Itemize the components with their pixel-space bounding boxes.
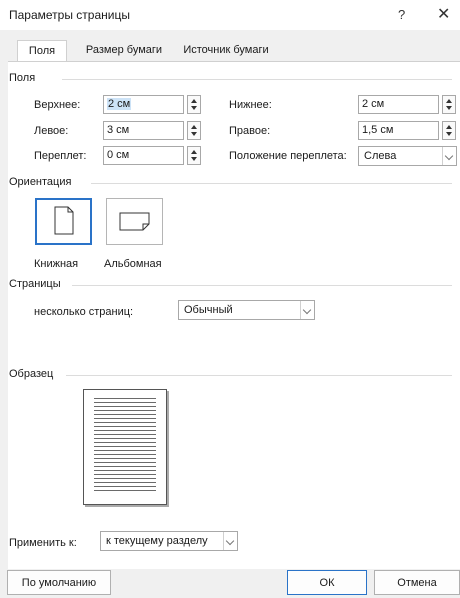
left-margin-label: Левое: [34,125,69,137]
apply-to-label: Применить к: [9,537,77,549]
tab-margins[interactable]: Поля [17,40,67,62]
cancel-button[interactable]: Отмена [374,570,460,595]
gutter-position-select[interactable]: Слева [358,146,457,166]
top-margin-value: 2 см [107,98,132,110]
portrait-button[interactable] [35,198,92,245]
preview-divider [66,375,452,376]
portrait-label: Книжная [34,258,79,270]
portrait-page-icon [54,206,74,235]
apply-to-value: к текущему разделу [106,535,208,547]
multiple-pages-select[interactable]: Обычный [178,300,315,320]
right-margin-field[interactable]: 1,5 см [358,121,439,140]
right-margin-spinner[interactable] [442,121,456,140]
landscape-button[interactable] [106,198,163,245]
set-default-button[interactable]: По умолчанию [7,570,111,595]
orientation-divider [91,183,452,184]
bottom-margin-label: Нижнее: [229,99,272,111]
top-margin-spinner[interactable] [187,95,201,114]
bottom-margin-field[interactable]: 2 см [358,95,439,114]
top-margin-field[interactable]: 2 см [103,95,184,114]
left-margin-field[interactable]: 3 см [103,121,184,140]
page-preview [83,389,167,505]
gutter-field[interactable]: 0 см [103,146,184,165]
help-button[interactable]: ? [398,7,405,22]
chevron-down-icon [300,301,314,319]
preview-group-label: Образец [9,368,54,380]
chevron-down-icon [223,532,237,550]
close-button[interactable]: ✕ [437,4,450,24]
multiple-pages-label: несколько страниц: [34,306,134,318]
margins-group-label: Поля [9,72,36,84]
ok-button[interactable]: ОК [287,570,367,595]
landscape-label: Альбомная [104,258,162,270]
right-margin-label: Правое: [229,125,271,137]
tab-paper-source[interactable]: Источник бумаги [172,40,280,62]
gutter-label: Переплет: [34,150,87,162]
pages-group-label: Страницы [9,278,61,290]
bottom-margin-spinner[interactable] [442,95,456,114]
gutter-position-value: Слева [364,150,397,162]
left-margin-spinner[interactable] [187,121,201,140]
chevron-down-icon [442,147,456,165]
orientation-group-label: Ориентация [9,176,72,188]
top-margin-label: Верхнее: [34,99,81,111]
tab-paper-size[interactable]: Размер бумаги [80,40,168,62]
margins-divider [62,79,452,80]
gutter-spinner[interactable] [187,146,201,165]
gutter-position-label: Положение переплета: [229,150,347,162]
pages-divider [72,285,452,286]
landscape-page-icon [119,212,150,231]
apply-to-select[interactable]: к текущему разделу [100,531,238,551]
multiple-pages-value: Обычный [184,304,233,316]
window-title: Параметры страницы [9,8,130,22]
